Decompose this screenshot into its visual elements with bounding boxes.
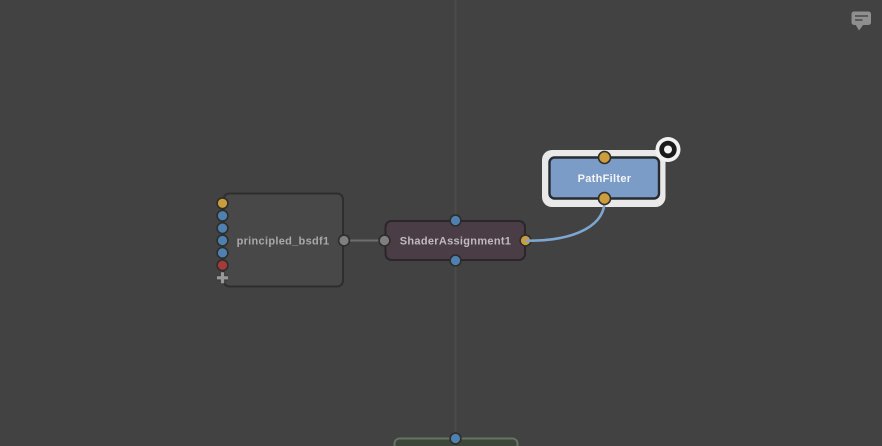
input-port-6[interactable]	[216, 259, 229, 272]
annotation-bubble	[851, 11, 871, 25]
input-port-3[interactable]	[216, 221, 229, 235]
output-port[interactable]	[337, 234, 351, 247]
node-body[interactable]	[222, 192, 344, 288]
input-port-5[interactable]	[216, 246, 229, 260]
focus-ring-icon[interactable]	[655, 137, 681, 162]
output-port-bottom[interactable]	[597, 191, 612, 206]
node-body[interactable]	[384, 220, 526, 261]
focus-ring-center	[664, 145, 672, 154]
input-port-4[interactable]	[216, 234, 229, 247]
node-shaderassignment1[interactable]: ShaderAssignment1	[378, 214, 532, 267]
input-port-shader[interactable]	[378, 234, 391, 247]
input-port-top[interactable]	[597, 150, 612, 165]
graph-canvas[interactable]: principled_bsdf1 ShaderAssignment1 PathF…	[0, 0, 882, 446]
input-port-2[interactable]	[216, 209, 229, 222]
input-port-1[interactable]	[216, 197, 229, 210]
node-principled-bsdf1[interactable]: principled_bsdf1	[216, 192, 351, 288]
input-port-top[interactable]	[449, 214, 462, 227]
output-port-bottom[interactable]	[449, 254, 462, 267]
input-port-top[interactable]	[449, 432, 462, 445]
graph-editor[interactable]: principled_bsdf1 ShaderAssignment1 PathF…	[0, 0, 882, 446]
